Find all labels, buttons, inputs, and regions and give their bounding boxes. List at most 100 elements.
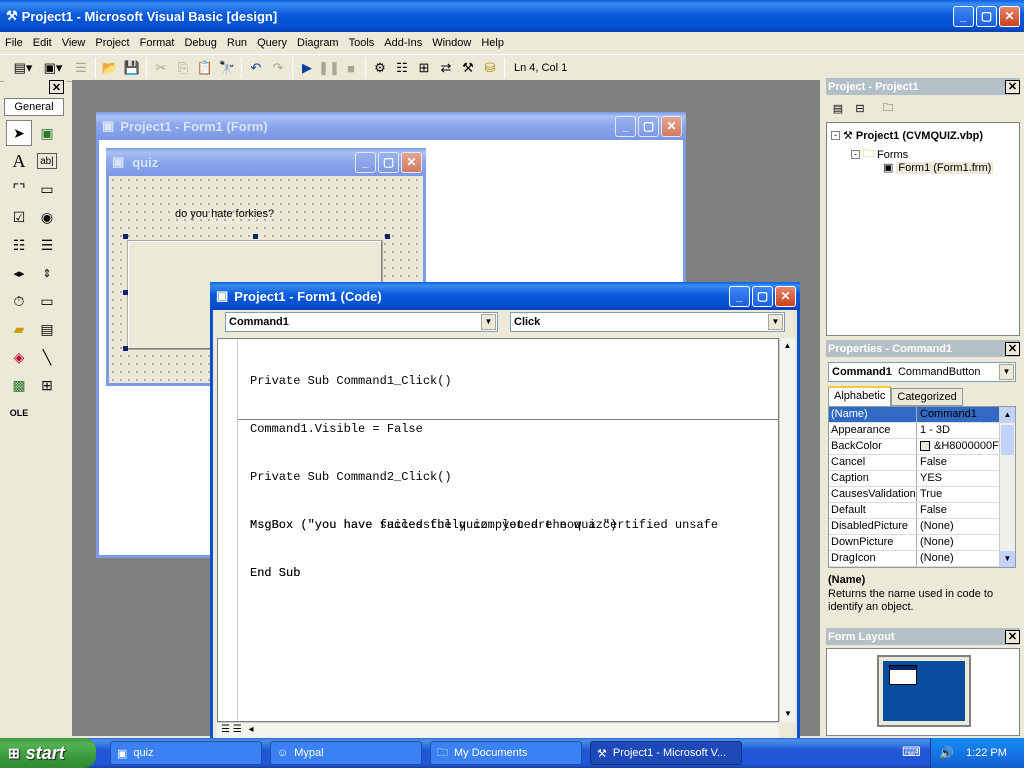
maximize-button[interactable]: ▢ bbox=[976, 5, 997, 27]
menu-addins[interactable]: Add-Ins bbox=[379, 37, 427, 49]
code-proc-2[interactable]: Private Sub Command2_Click() MsgBox ("yo… bbox=[250, 437, 725, 613]
menu-window[interactable]: Window bbox=[427, 37, 476, 49]
checkbox-icon[interactable]: ☑ bbox=[6, 204, 32, 230]
selection-handle[interactable] bbox=[123, 346, 128, 351]
commandbutton-icon[interactable]: ▭ bbox=[34, 176, 60, 202]
property-row[interactable]: Caption YES bbox=[829, 471, 999, 487]
undo-icon[interactable]: ↶ bbox=[245, 57, 267, 79]
paste-icon[interactable]: 📋 bbox=[194, 57, 216, 79]
menu-query[interactable]: Query bbox=[252, 37, 292, 49]
menu-debug[interactable]: Debug bbox=[179, 37, 221, 49]
property-value[interactable]: True bbox=[917, 487, 999, 502]
optionbutton-icon[interactable]: ◉ bbox=[34, 204, 60, 230]
scroll-left-icon[interactable]: ◂ bbox=[249, 724, 254, 735]
listbox-icon[interactable]: ☰ bbox=[34, 232, 60, 258]
menu-edit[interactable]: Edit bbox=[28, 37, 57, 49]
line-icon[interactable]: ╲ bbox=[34, 344, 60, 370]
data-icon[interactable]: ⊞ bbox=[34, 372, 60, 398]
menu-format[interactable]: Format bbox=[135, 37, 180, 49]
property-value[interactable]: YES bbox=[917, 471, 999, 486]
toolbox-close-icon[interactable]: ✕ bbox=[49, 80, 64, 94]
start-icon[interactable]: ▶ bbox=[296, 57, 318, 79]
vscrollbar-icon[interactable]: ⇕ bbox=[34, 260, 60, 286]
hscrollbar-icon[interactable]: ◂▸ bbox=[6, 260, 32, 286]
taskbar-item-mypal[interactable]: ☺ Mypal bbox=[270, 741, 422, 765]
menu-help[interactable]: Help bbox=[476, 37, 509, 49]
project-explorer-icon[interactable]: ⚙ bbox=[369, 57, 391, 79]
form-designer-close[interactable]: ✕ bbox=[661, 115, 682, 137]
property-value[interactable]: 1 - 3D bbox=[917, 423, 999, 438]
add-project-icon[interactable]: ▤▾ bbox=[12, 57, 34, 79]
break-icon[interactable]: ❚❚ bbox=[318, 57, 340, 79]
tab-alphabetic[interactable]: Alphabetic bbox=[828, 386, 892, 406]
form-layout-icon[interactable]: ⊞ bbox=[413, 57, 435, 79]
selection-handle[interactable] bbox=[385, 234, 390, 239]
filelistbox-icon[interactable]: ▤ bbox=[34, 316, 60, 342]
form-layout-close-icon[interactable]: ✕ bbox=[1005, 629, 1020, 644]
label-icon[interactable]: A bbox=[6, 148, 32, 174]
taskbar-item-quiz[interactable]: ▣ quiz bbox=[110, 741, 262, 765]
scroll-up-icon[interactable]: ▲ bbox=[1000, 407, 1015, 423]
code-window-maximize[interactable]: ▢ bbox=[752, 285, 773, 307]
property-value[interactable]: &H8000000F bbox=[917, 439, 999, 454]
menu-project[interactable]: Project bbox=[90, 37, 134, 49]
object-combo[interactable]: Command1 ▼ bbox=[225, 312, 498, 332]
quiz-form-minimize[interactable]: _ bbox=[355, 151, 376, 173]
shape-icon[interactable]: ◈ bbox=[6, 344, 32, 370]
open-project-icon[interactable]: 📂 bbox=[99, 57, 121, 79]
taskbar-item-my-documents[interactable]: 🗀 My Documents bbox=[430, 741, 582, 765]
redo-icon[interactable]: ↷ bbox=[267, 57, 289, 79]
add-form-icon[interactable]: ▣▾ bbox=[42, 57, 64, 79]
end-icon[interactable]: ■ bbox=[340, 57, 362, 79]
picturebox-icon[interactable]: ▣ bbox=[34, 120, 60, 146]
menu-diagram[interactable]: Diagram bbox=[292, 37, 344, 49]
menu-tools[interactable]: Tools bbox=[344, 37, 380, 49]
scroll-down-icon[interactable]: ▼ bbox=[1000, 551, 1015, 567]
menu-view[interactable]: View bbox=[57, 37, 91, 49]
property-value[interactable]: False bbox=[917, 455, 999, 470]
property-value[interactable]: False bbox=[917, 503, 999, 518]
close-button[interactable]: ✕ bbox=[999, 5, 1020, 27]
pointer-icon[interactable]: ➤ bbox=[6, 120, 32, 146]
toolbox-icon[interactable]: ⚒ bbox=[457, 57, 479, 79]
scroll-up-icon[interactable]: ▲ bbox=[780, 338, 795, 354]
properties-window-icon[interactable]: ☷ bbox=[391, 57, 413, 79]
tray-icon[interactable]: 🔊 bbox=[939, 746, 954, 760]
code-window-close[interactable]: ✕ bbox=[775, 285, 796, 307]
property-row[interactable]: DownPicture (None) bbox=[829, 535, 999, 551]
scroll-thumb[interactable] bbox=[1001, 425, 1014, 455]
code-editor[interactable]: Private Sub Command1_Click() Command1.Vi… bbox=[217, 338, 779, 722]
menu-run[interactable]: Run bbox=[222, 37, 252, 49]
keyboard-tray-icon[interactable]: ⌨ bbox=[902, 744, 921, 760]
dirlistbox-icon[interactable]: ▰ bbox=[6, 316, 32, 342]
property-value[interactable]: (None) bbox=[917, 519, 999, 534]
full-module-view-icon[interactable]: ☰ bbox=[233, 724, 242, 735]
code-hscrollbar[interactable]: ☰ ☰ ◂ bbox=[217, 722, 779, 738]
forms-folder[interactable]: Forms bbox=[877, 149, 908, 161]
property-value[interactable]: (None) bbox=[917, 535, 999, 550]
form-position-preview[interactable] bbox=[889, 665, 917, 685]
procedure-combo[interactable]: Click ▼ bbox=[510, 312, 785, 332]
property-row[interactable]: Appearance 1 - 3D bbox=[829, 423, 999, 439]
ole-icon[interactable]: OLE bbox=[6, 400, 32, 426]
property-row[interactable]: (Name) Command1 bbox=[829, 407, 999, 423]
property-row[interactable]: Cancel False bbox=[829, 455, 999, 471]
project-root[interactable]: Project1 (CVMQUIZ.vbp) bbox=[856, 130, 983, 142]
quiz-question-label[interactable]: do you hate forkies? bbox=[175, 208, 274, 220]
textbox-icon[interactable]: ab| bbox=[37, 153, 57, 169]
toggle-folders-icon[interactable]: 🗀 bbox=[878, 99, 898, 117]
tab-categorized[interactable]: Categorized bbox=[891, 388, 963, 406]
selection-handle[interactable] bbox=[253, 234, 258, 239]
save-project-icon[interactable]: 💾 bbox=[121, 57, 143, 79]
view-code-icon[interactable]: ▤ bbox=[828, 99, 848, 117]
chevron-down-icon[interactable]: ▼ bbox=[768, 314, 783, 330]
code-vscrollbar[interactable]: ▲ ▼ bbox=[779, 338, 795, 722]
timer-icon[interactable]: ⏱ bbox=[6, 288, 32, 314]
collapse-icon[interactable]: - bbox=[851, 150, 860, 159]
property-value[interactable]: (None) bbox=[917, 551, 999, 566]
property-row[interactable]: DragIcon (None) bbox=[829, 551, 999, 567]
selection-handle[interactable] bbox=[123, 290, 128, 295]
copy-icon[interactable]: ⎘ bbox=[172, 57, 194, 79]
property-row[interactable]: CausesValidation True bbox=[829, 487, 999, 503]
image-icon[interactable]: ▩ bbox=[6, 372, 32, 398]
